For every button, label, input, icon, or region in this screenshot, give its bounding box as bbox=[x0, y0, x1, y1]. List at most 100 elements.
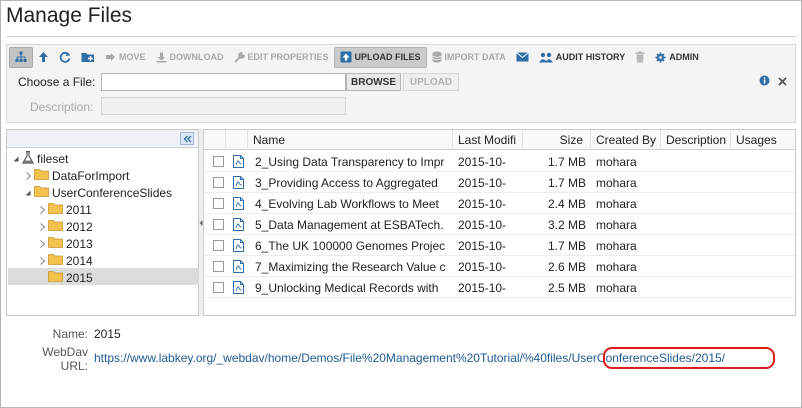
delete-button[interactable] bbox=[630, 47, 650, 68]
collapsed-arrow-icon[interactable] bbox=[37, 205, 47, 214]
upload-files-button[interactable]: UPLOAD FILES bbox=[333, 46, 427, 68]
collapsed-arrow-icon[interactable] bbox=[37, 239, 47, 248]
collapse-tree-button[interactable] bbox=[180, 132, 194, 145]
tree-node-fileset[interactable]: fileset bbox=[11, 150, 68, 167]
admin-button[interactable]: ADMIN bbox=[650, 47, 704, 68]
row-checkbox[interactable] bbox=[213, 282, 224, 293]
row-checkbox-cell bbox=[208, 214, 226, 235]
pdf-file-icon bbox=[228, 151, 248, 172]
table-row[interactable]: 7_Maximizing the Research Value c 2015-10… bbox=[204, 256, 795, 277]
row-checkbox[interactable] bbox=[213, 240, 224, 251]
row-checkbox[interactable] bbox=[213, 156, 224, 167]
folder-icon bbox=[34, 185, 49, 200]
import-data-button[interactable]: IMPORT DATA bbox=[427, 47, 511, 68]
tree-node-userconferenceslides[interactable]: UserConferenceSlides bbox=[23, 184, 172, 201]
row-checkbox-cell bbox=[208, 151, 226, 172]
tree-node-2012[interactable]: 2012 bbox=[37, 218, 93, 235]
audit-history-button[interactable]: AUDIT HISTORY bbox=[534, 47, 631, 68]
table-row[interactable]: 9_Unlocking Medical Records with 2015-10-… bbox=[204, 277, 795, 298]
file-size: 2.6 MB bbox=[547, 259, 586, 274]
expanded-arrow-icon[interactable] bbox=[11, 156, 21, 162]
column-header-size[interactable]: Size bbox=[523, 130, 591, 150]
folder-icon bbox=[48, 253, 63, 268]
file-size: 1.7 MB bbox=[547, 175, 586, 190]
file-created-by: mohara bbox=[596, 196, 637, 211]
folder-icon bbox=[48, 236, 63, 251]
table-row[interactable]: 6_The UK 100000 Genomes Projec 2015-10- 1.… bbox=[204, 235, 795, 256]
column-header-last-modified[interactable]: Last Modifi bbox=[453, 130, 523, 150]
column-header-usages[interactable]: Usages bbox=[731, 130, 795, 150]
tree-node-label: 2015 bbox=[66, 270, 93, 285]
description-label: Description: bbox=[30, 100, 94, 114]
file-created-by: mohara bbox=[596, 280, 637, 295]
file-name[interactable]: 4_Evolving Lab Workflows to Meet bbox=[253, 193, 453, 214]
url-label: URL: bbox=[60, 359, 88, 373]
row-checkbox[interactable] bbox=[213, 219, 224, 230]
collapsed-arrow-icon[interactable] bbox=[23, 171, 33, 180]
file-created-by: mohara bbox=[596, 217, 637, 232]
file-size: 2.4 MB bbox=[547, 196, 586, 211]
expanded-arrow-icon[interactable] bbox=[23, 190, 33, 196]
refresh-button[interactable] bbox=[54, 47, 76, 68]
row-checkbox-cell bbox=[208, 172, 226, 193]
download-button[interactable]: DOWNLOAD bbox=[151, 47, 229, 68]
row-checkbox[interactable] bbox=[213, 177, 224, 188]
pdf-file-icon bbox=[228, 235, 248, 256]
tree-node-2011[interactable]: 2011 bbox=[37, 201, 92, 218]
download-icon bbox=[156, 52, 167, 63]
description-input[interactable] bbox=[101, 97, 346, 115]
icon-header bbox=[226, 130, 248, 150]
page-title: Manage Files bbox=[6, 4, 133, 27]
column-header-created-by[interactable]: Created By bbox=[591, 130, 661, 150]
file-name[interactable]: 3_Providing Access to Aggregated bbox=[253, 172, 453, 193]
flask-icon bbox=[21, 150, 35, 167]
move-label: MOVE bbox=[119, 52, 146, 62]
column-header-description[interactable]: Description bbox=[661, 130, 731, 150]
tree-node-2013[interactable]: 2013 bbox=[37, 235, 93, 252]
file-last-modified: 2015-10- bbox=[458, 175, 507, 190]
browse-button[interactable]: BROWSE bbox=[346, 73, 401, 91]
tree-node-2015[interactable]: 2015 bbox=[37, 269, 93, 286]
file-last-modified: 2015-10- bbox=[458, 280, 507, 295]
upload-button[interactable]: UPLOAD bbox=[403, 73, 459, 91]
file-name[interactable]: 9_Unlocking Medical Records with bbox=[253, 277, 453, 298]
move-icon bbox=[105, 52, 116, 62]
create-folder-button[interactable] bbox=[76, 47, 100, 68]
file-name[interactable]: 5_Data Management at ESBATech. bbox=[253, 214, 453, 235]
collapsed-arrow-icon[interactable] bbox=[37, 256, 47, 265]
file-name[interactable]: 7_Maximizing the Research Value c bbox=[253, 256, 453, 277]
column-header-name[interactable]: Name bbox=[248, 130, 453, 150]
tree-node-2014[interactable]: 2014 bbox=[37, 252, 93, 269]
table-row[interactable]: 4_Evolving Lab Workflows to Meet 2015-10-… bbox=[204, 193, 795, 214]
choose-file-input[interactable] bbox=[101, 73, 346, 91]
collapsed-arrow-icon[interactable] bbox=[37, 222, 47, 231]
edit-properties-button[interactable]: EDIT PROPERTIES bbox=[229, 47, 334, 68]
folder-tree: fileset DataForImport UserConferenceSlid… bbox=[6, 129, 199, 316]
file-size: 1.7 MB bbox=[547, 238, 586, 253]
file-name[interactable]: 2_Using Data Transparency to Impr bbox=[253, 151, 453, 172]
upload-panel: Choose a File: BROWSE UPLOAD Description… bbox=[6, 69, 796, 123]
parent-folder-button[interactable] bbox=[33, 47, 54, 68]
table-row[interactable]: 3_Providing Access to Aggregated 2015-10-… bbox=[204, 172, 795, 193]
file-name[interactable]: 6_The UK 100000 Genomes Projec bbox=[253, 235, 453, 256]
webdav-url-prefix: https://www.labkey.org/_webdav/home/Demo… bbox=[94, 351, 572, 365]
edit-properties-label: EDIT PROPERTIES bbox=[247, 52, 329, 62]
email-preferences-button[interactable] bbox=[511, 47, 534, 68]
tree-node-label: 2012 bbox=[66, 219, 93, 234]
info-icon[interactable] bbox=[759, 73, 770, 91]
close-icon[interactable] bbox=[778, 73, 787, 91]
title-divider bbox=[6, 36, 796, 37]
file-created-by: mohara bbox=[596, 175, 637, 190]
tree-node-dataforimport[interactable]: DataForImport bbox=[23, 167, 129, 184]
table-row[interactable]: 5_Data Management at ESBATech. 2015-10- 3.… bbox=[204, 214, 795, 235]
select-all-header[interactable] bbox=[204, 130, 226, 150]
toggle-tree-button[interactable] bbox=[9, 46, 33, 68]
pdf-file-icon bbox=[228, 256, 248, 277]
pdf-file-icon bbox=[228, 277, 248, 298]
row-checkbox[interactable] bbox=[213, 198, 224, 209]
file-last-modified: 2015-10- bbox=[458, 154, 507, 169]
tree-node-label: 2013 bbox=[66, 236, 93, 251]
move-button[interactable]: MOVE bbox=[100, 47, 151, 68]
row-checkbox[interactable] bbox=[213, 261, 224, 272]
table-row[interactable]: 2_Using Data Transparency to Impr 2015-10… bbox=[204, 151, 795, 172]
